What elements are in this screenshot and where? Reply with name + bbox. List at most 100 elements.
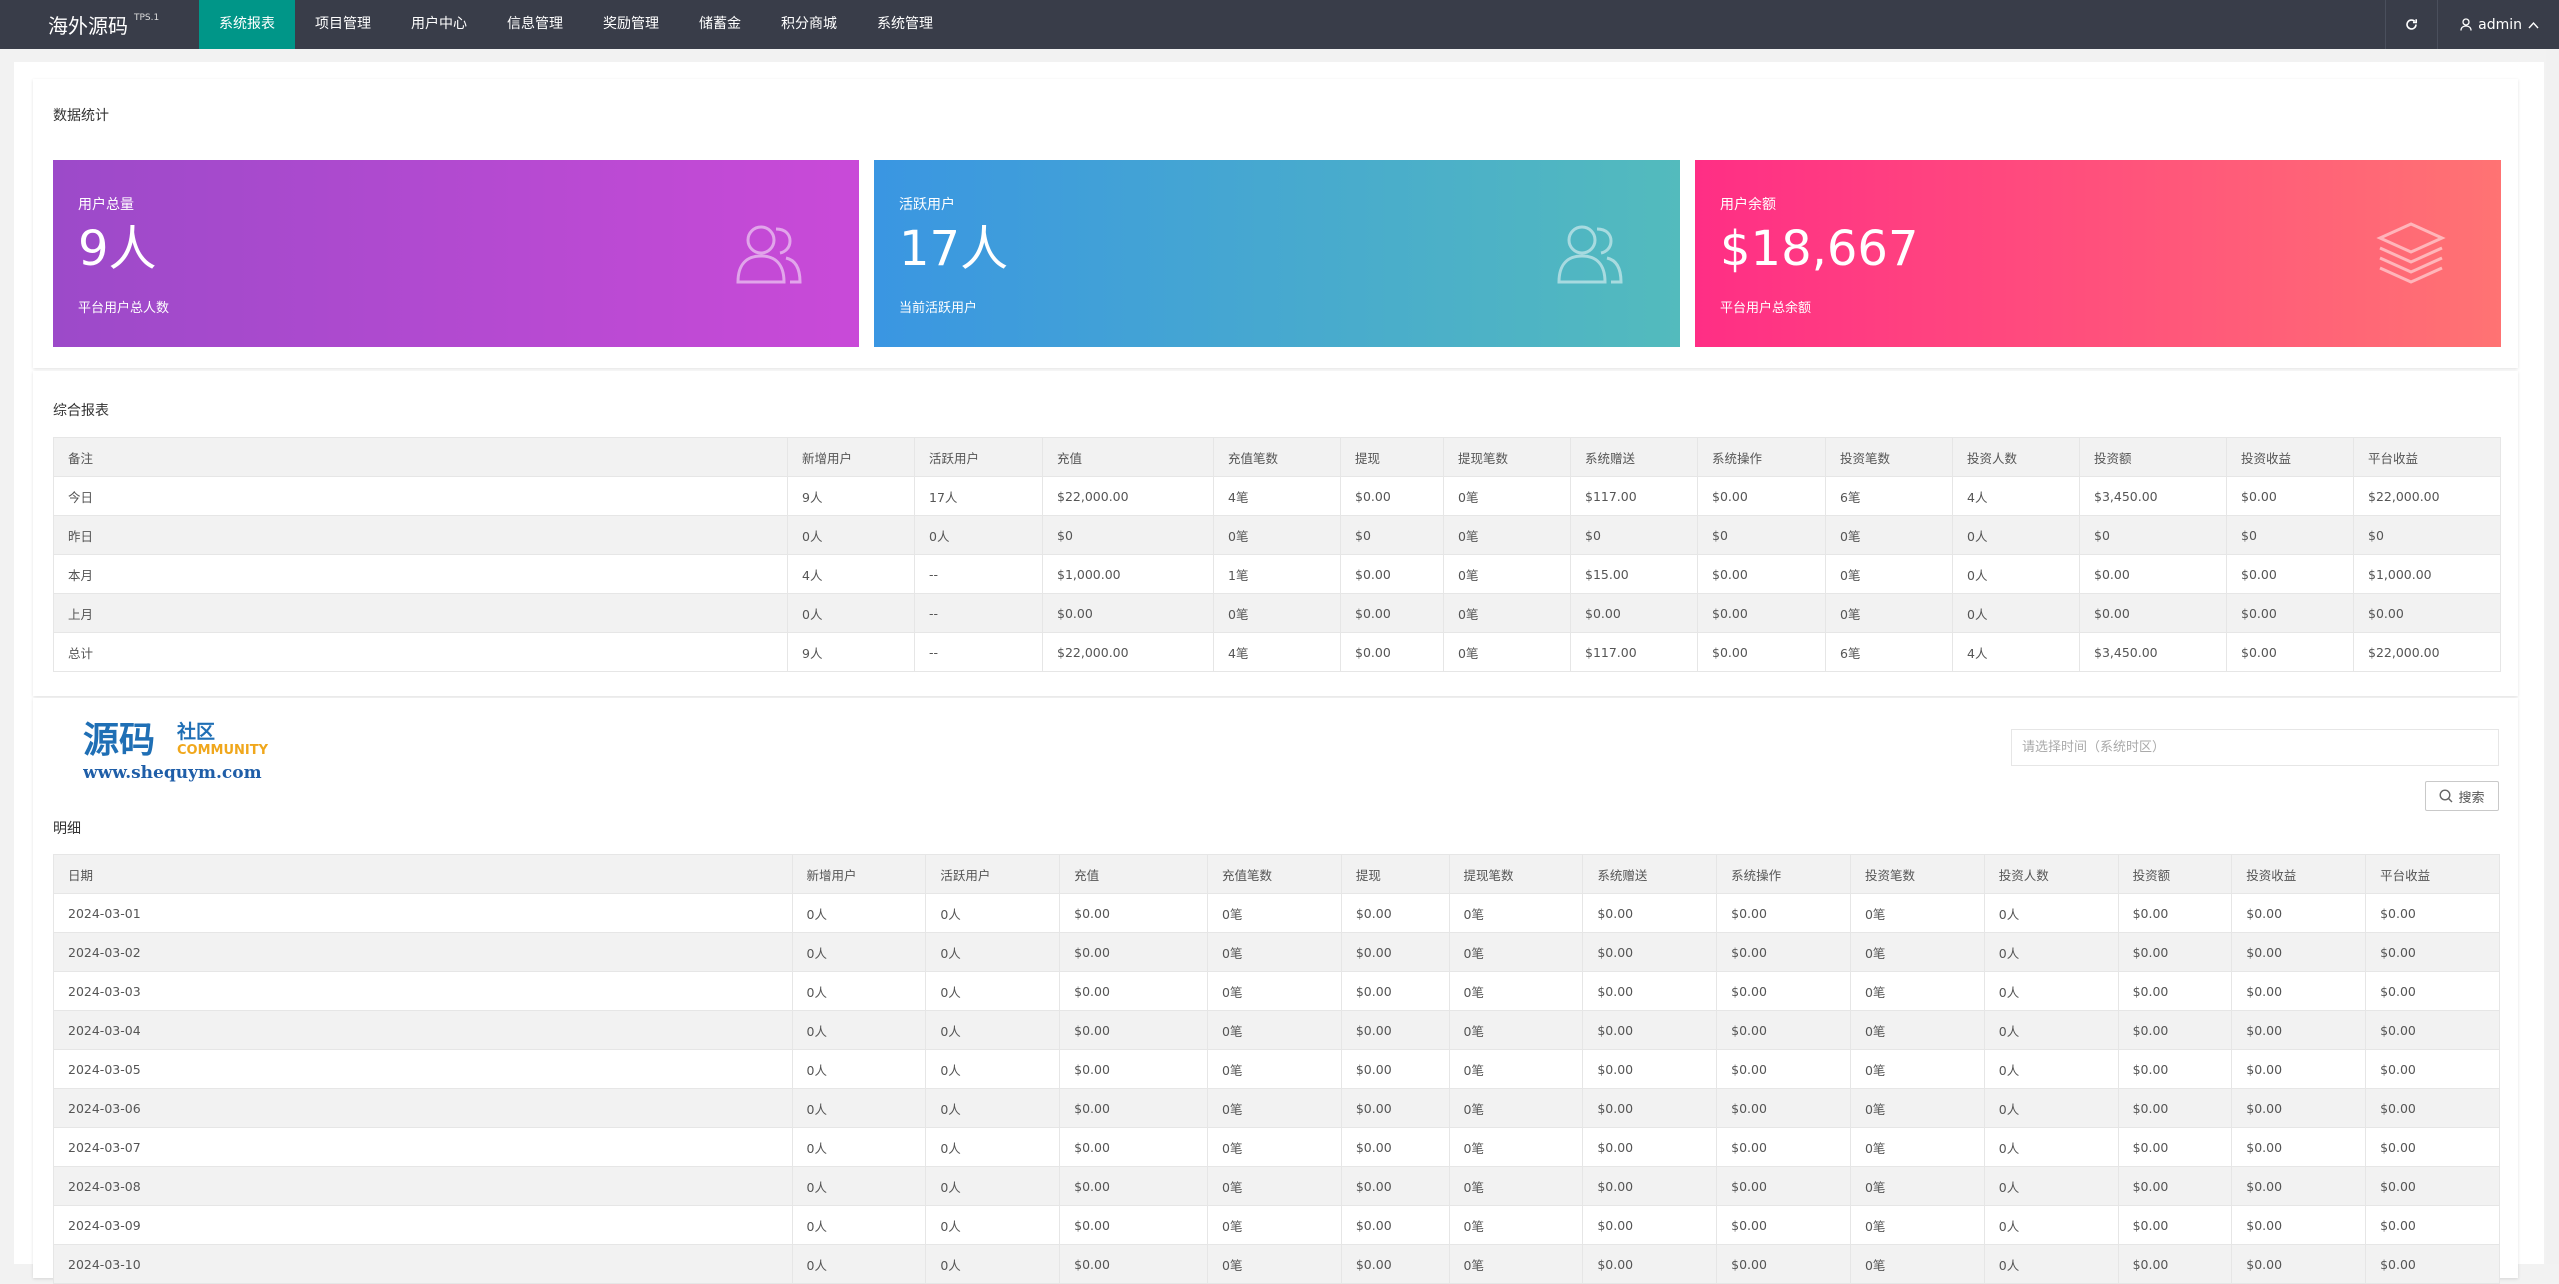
logo-text: 海外源码 <box>48 14 128 38</box>
nav-item-user-center[interactable]: 用户中心 <box>391 0 487 49</box>
search-button[interactable]: 搜索 <box>2425 781 2499 811</box>
column-header: 投资人数 <box>1983 854 2119 894</box>
table-cell: 0人 <box>791 971 927 1011</box>
table-cell: $0.00 <box>1716 1127 1851 1167</box>
table-cell: $0.00 <box>1042 593 1214 633</box>
table-cell: $0.00 <box>2231 1010 2367 1050</box>
username: admin <box>2478 16 2522 33</box>
table-cell: 4人 <box>1952 632 2080 672</box>
nav-item-system-report[interactable]: 系统报表 <box>199 0 295 49</box>
table-cell: 0笔 <box>1849 971 1985 1011</box>
refresh-icon <box>2406 19 2418 30</box>
date-range-input[interactable] <box>2011 729 2499 766</box>
main-content: 数据统计 用户总量 9人 平台用户总人数 活跃用户 17人 当前活跃用户 用户余… <box>14 62 2544 1284</box>
table-cell: 0笔 <box>1443 515 1571 555</box>
table-cell: 0人 <box>1983 1244 2119 1284</box>
table-cell: 0笔 <box>1448 1010 1584 1050</box>
table-cell: $0.00 <box>1582 1127 1718 1167</box>
table-cell: 0人 <box>914 515 1043 555</box>
table-cell: 0人 <box>925 893 1061 933</box>
detail-header-row: 日期 新增用户 活跃用户 充值 充值笔数 提现 提现笔数 系统赠送 系统操作 投… <box>53 854 2500 894</box>
table-cell: $0.00 <box>1570 593 1698 633</box>
table-cell: 0笔 <box>1448 1049 1584 1089</box>
table-cell: $0.00 <box>1340 632 1444 672</box>
table-cell: $0.00 <box>1059 893 1209 933</box>
table-cell: 0人 <box>1983 893 2119 933</box>
table-cell: $0.00 <box>2117 1244 2233 1284</box>
nav-item-system-settings[interactable]: 系统管理 <box>857 0 953 49</box>
table-cell: 4笔 <box>1213 632 1341 672</box>
table-cell: 0笔 <box>1849 1205 1985 1245</box>
nav-item-reward-management[interactable]: 奖励管理 <box>583 0 679 49</box>
table-cell: $0.00 <box>1059 1088 1209 1128</box>
table-cell: 0笔 <box>1207 1244 1342 1284</box>
column-header: 提现 <box>1340 437 1444 477</box>
table-cell: $0.00 <box>2226 476 2354 516</box>
table-cell: -- <box>914 593 1043 633</box>
table-cell: 2024-03-08 <box>53 1166 793 1206</box>
table-cell: 0人 <box>1952 515 2080 555</box>
table-cell: $0.00 <box>1582 1166 1718 1206</box>
column-header: 充值笔数 <box>1213 437 1341 477</box>
table-cell: 0人 <box>1952 593 2080 633</box>
table-cell: 今日 <box>53 476 788 516</box>
nav-item-info-management[interactable]: 信息管理 <box>487 0 583 49</box>
user-menu[interactable]: admin <box>2437 0 2559 49</box>
table-cell: 0人 <box>791 1244 927 1284</box>
column-header: 日期 <box>53 854 793 894</box>
table-cell: $0.00 <box>1340 1166 1450 1206</box>
table-row: 2024-03-05 0人 0人 $0.00 0笔 $0.00 0笔 $0.00 $0.00 0笔… <box>53 1049 2500 1089</box>
table-cell: $1,000.00 <box>1042 554 1214 594</box>
table-cell: $0.00 <box>1582 932 1718 972</box>
table-cell: 4笔 <box>1213 476 1341 516</box>
user-icon <box>2460 18 2472 31</box>
refresh-button[interactable] <box>2385 0 2437 49</box>
layers-icon <box>2376 222 2446 284</box>
stats-title: 数据统计 <box>53 108 109 124</box>
table-cell: $0.00 <box>1716 1205 1851 1245</box>
table-cell: $0.00 <box>1340 1244 1450 1284</box>
table-cell: 2024-03-09 <box>53 1205 793 1245</box>
table-cell: $0.00 <box>1716 1049 1851 1089</box>
scrollbar-track[interactable] <box>2546 49 2559 1264</box>
column-header: 活跃用户 <box>914 437 1043 477</box>
table-cell: 0人 <box>791 1205 927 1245</box>
table-cell: 总计 <box>53 632 788 672</box>
column-header: 提现笔数 <box>1448 854 1584 894</box>
top-header: 海外源码 TPS.1 系统报表 项目管理 用户中心 信息管理 奖励管理 储蓄金 … <box>0 0 2559 49</box>
column-header: 系统赠送 <box>1570 437 1698 477</box>
table-cell: $0.00 <box>1059 1049 1209 1089</box>
table-cell: 0人 <box>925 1010 1061 1050</box>
table-cell: $0.00 <box>2117 932 2233 972</box>
table-cell: $0 <box>2226 515 2354 555</box>
stat-label: 用户余额 <box>1720 197 1776 213</box>
column-header: 平台收益 <box>2353 437 2501 477</box>
nav-item-project-management[interactable]: 项目管理 <box>295 0 391 49</box>
table-cell: 0笔 <box>1849 893 1985 933</box>
table-cell: $0 <box>1697 515 1826 555</box>
table-cell: $0.00 <box>1716 932 1851 972</box>
table-cell: 0笔 <box>1849 1010 1985 1050</box>
table-cell: $0.00 <box>2365 1166 2500 1206</box>
table-cell: $0.00 <box>1697 476 1826 516</box>
nav-item-savings[interactable]: 储蓄金 <box>679 0 761 49</box>
column-header: 投资笔数 <box>1825 437 1953 477</box>
table-cell: 0人 <box>1983 932 2119 972</box>
table-cell: 0笔 <box>1207 971 1342 1011</box>
nav-item-points-mall[interactable]: 积分商城 <box>761 0 857 49</box>
summary-header-row: 备注 新增用户 活跃用户 充值 充值笔数 提现 提现笔数 系统赠送 系统操作 投… <box>53 437 2501 477</box>
table-cell: 0笔 <box>1448 1205 1584 1245</box>
watermark-sub: 社区 <box>176 720 215 743</box>
table-cell: 0人 <box>791 932 927 972</box>
column-header: 提现 <box>1340 854 1450 894</box>
table-cell: 2024-03-06 <box>53 1088 793 1128</box>
column-header: 平台收益 <box>2365 854 2500 894</box>
watermark-url: www.shequym.com <box>83 763 262 783</box>
table-cell: 0人 <box>1983 1205 2119 1245</box>
table-cell: 9人 <box>787 632 915 672</box>
table-row: 本月 4人 -- $1,000.00 1笔 $0.00 0笔 $15.00 $0.00 0笔 0人 $… <box>53 554 2501 594</box>
table-cell: 昨日 <box>53 515 788 555</box>
table-cell: $0 <box>2353 515 2501 555</box>
table-cell: 0人 <box>925 1166 1061 1206</box>
logo[interactable]: 海外源码 TPS.1 <box>0 0 199 49</box>
